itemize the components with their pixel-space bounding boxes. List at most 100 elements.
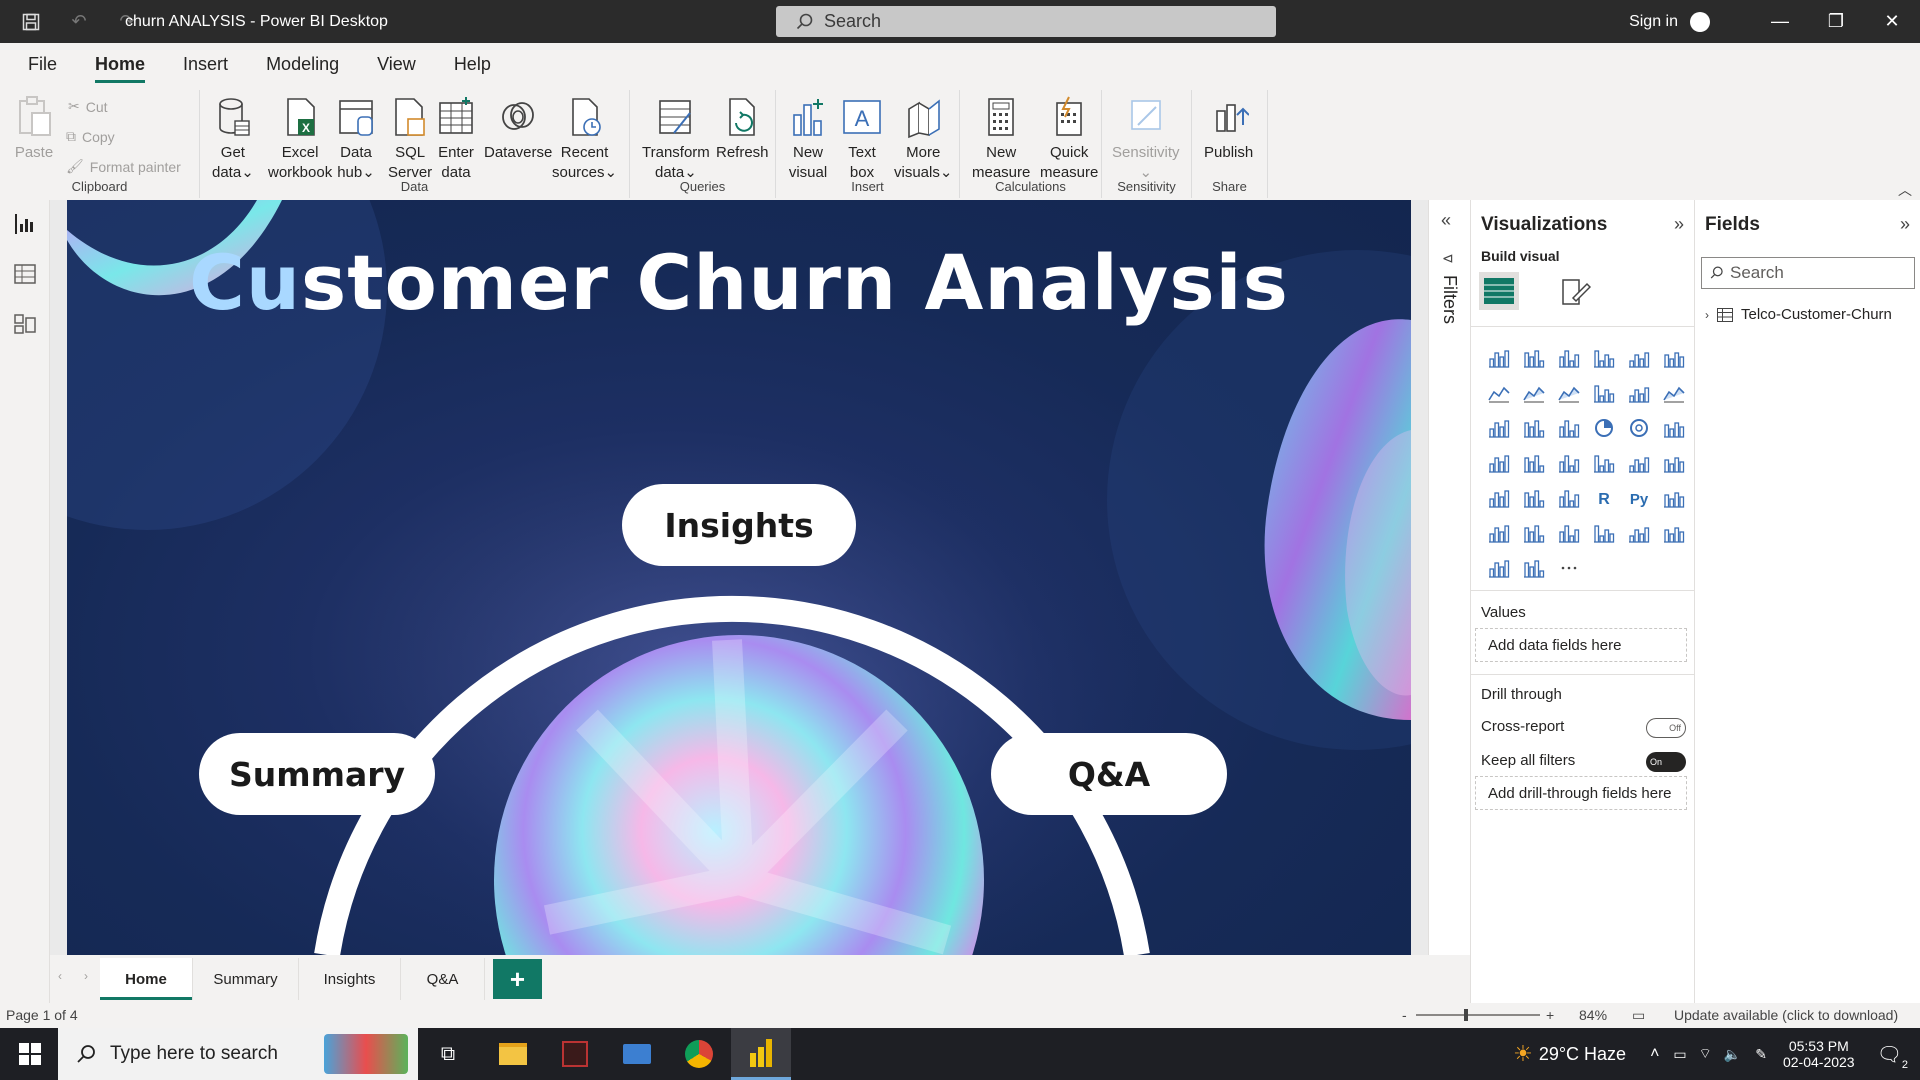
chrome-app[interactable] xyxy=(669,1028,729,1080)
treemap-icon[interactable] xyxy=(1656,410,1691,445)
zoom-slider[interactable] xyxy=(1416,1009,1540,1021)
fit-to-page-icon[interactable]: ▭ xyxy=(1632,1007,1645,1024)
multi-row-card-icon[interactable] xyxy=(1621,445,1656,480)
clustered-bar-chart-icon[interactable] xyxy=(1551,340,1586,375)
funnel-chart-icon[interactable] xyxy=(1516,410,1551,445)
enter-data-button[interactable]: Enter data xyxy=(436,95,476,183)
chevron-up-icon[interactable]: ˄ xyxy=(1650,1045,1659,1063)
dataverse-button[interactable]: Dataverse xyxy=(484,95,552,163)
build-visual-tab[interactable] xyxy=(1479,272,1519,310)
desktop-app[interactable] xyxy=(607,1028,667,1080)
line-chart-icon[interactable] xyxy=(1481,375,1516,410)
refresh-button[interactable]: Refresh xyxy=(716,95,769,163)
battery-icon[interactable]: ▭ xyxy=(1673,1046,1686,1063)
weather-text[interactable]: 29°C Haze xyxy=(1539,1044,1626,1065)
save-icon[interactable] xyxy=(20,11,42,33)
map-icon[interactable] xyxy=(1481,445,1516,480)
filled-map-icon[interactable] xyxy=(1516,445,1551,480)
sensitivity-button[interactable]: Sensitivity ⌄ xyxy=(1112,95,1180,183)
text-box-button[interactable]: A Text box xyxy=(842,95,882,183)
metrics-icon[interactable] xyxy=(1586,515,1621,550)
qa-visual-icon[interactable] xyxy=(1516,515,1551,550)
page-tab-insights[interactable]: Insights xyxy=(299,958,401,1000)
keep-filters-toggle[interactable]: On xyxy=(1646,752,1686,772)
new-visual-button[interactable]: New visual xyxy=(788,95,828,183)
volume-icon[interactable]: 🔈 xyxy=(1724,1046,1741,1063)
recent-sources-button[interactable]: Recent sources⌄ xyxy=(552,95,617,183)
values-field-well[interactable]: Add data fields here xyxy=(1475,628,1687,662)
paste-button[interactable]: Paste xyxy=(14,95,54,163)
page-tab-qa[interactable]: Q&A xyxy=(401,958,485,1000)
ribbon-chart-icon[interactable] xyxy=(1656,375,1691,410)
card-icon[interactable] xyxy=(1586,445,1621,480)
notifications-button[interactable]: 🗨 2 xyxy=(1877,1042,1908,1071)
smart-narrative-icon[interactable] xyxy=(1551,515,1586,550)
tab-modeling[interactable]: Modeling xyxy=(266,46,339,83)
expand-filters-icon[interactable]: « xyxy=(1441,210,1451,231)
table-icon[interactable] xyxy=(1516,480,1551,515)
power-bi-app[interactable] xyxy=(731,1028,791,1080)
waterfall-chart-icon[interactable] xyxy=(1481,410,1516,445)
cross-report-toggle[interactable]: Off xyxy=(1646,718,1686,738)
tab-help[interactable]: Help xyxy=(454,46,491,83)
key-influencers-icon[interactable] xyxy=(1656,480,1691,515)
kpi-icon[interactable] xyxy=(1656,445,1691,480)
taskbar-search[interactable]: Type here to search xyxy=(58,1028,418,1080)
new-measure-button[interactable]: New measure xyxy=(972,95,1030,183)
sign-in-link[interactable]: Sign in xyxy=(1629,13,1678,31)
donut-chart-icon[interactable] xyxy=(1621,410,1656,445)
filters-pane[interactable]: « ⊲ Filters xyxy=(1428,200,1470,1010)
paginated-report-icon[interactable] xyxy=(1621,515,1656,550)
zoom-out-button[interactable]: - xyxy=(1402,1007,1407,1023)
gaming-app[interactable] xyxy=(545,1028,605,1080)
task-view-button[interactable]: ⧉ xyxy=(418,1028,478,1080)
field-table-telco[interactable]: › Telco-Customer-Churn xyxy=(1705,306,1892,323)
slicer-icon[interactable] xyxy=(1481,480,1516,515)
100-stacked-bar-chart-icon[interactable] xyxy=(1621,340,1656,375)
qa-nav-button[interactable]: Q&A xyxy=(991,733,1227,815)
matrix-icon[interactable] xyxy=(1551,480,1586,515)
title-search-box[interactable]: Search xyxy=(776,6,1276,37)
fields-search-input[interactable]: Search xyxy=(1701,257,1915,289)
stacked-area-chart-icon[interactable] xyxy=(1551,375,1586,410)
data-view-icon[interactable] xyxy=(13,262,37,286)
pie-chart-icon[interactable] xyxy=(1586,410,1621,445)
start-button[interactable] xyxy=(0,1028,60,1080)
next-page-icon[interactable]: › xyxy=(84,969,88,983)
insights-nav-button[interactable]: Insights xyxy=(622,484,856,566)
cut-button[interactable]: ✂ Cut xyxy=(68,98,108,115)
stacked-column-chart-icon[interactable] xyxy=(1516,340,1551,375)
report-view-icon[interactable] xyxy=(13,212,37,236)
pen-icon[interactable]: ✎ xyxy=(1755,1046,1767,1063)
sql-server-button[interactable]: SQL Server xyxy=(388,95,432,183)
page-tab-home[interactable]: Home xyxy=(100,958,193,1000)
update-available-link[interactable]: Update available (click to download) xyxy=(1674,1007,1898,1023)
publish-button[interactable]: Publish xyxy=(1204,95,1253,163)
python-visual-icon[interactable]: Py xyxy=(1621,480,1656,515)
network-icon[interactable]: ⌔ xyxy=(1699,1045,1712,1063)
area-chart-icon[interactable] xyxy=(1516,375,1551,410)
avatar[interactable] xyxy=(1690,11,1710,32)
summary-nav-button[interactable]: Summary xyxy=(199,733,435,815)
restore-button[interactable]: ❐ xyxy=(1808,0,1864,43)
get-data-button[interactable]: Get data⌄ xyxy=(212,95,254,183)
excel-workbook-button[interactable]: X Excel workbook xyxy=(268,95,332,183)
transform-data-button[interactable]: Transform data⌄ xyxy=(642,95,710,183)
page-tab-summary[interactable]: Summary xyxy=(193,958,299,1000)
chevron-right-icon[interactable]: › xyxy=(1705,308,1709,322)
more-options-icon[interactable] xyxy=(1551,550,1586,585)
line-clustered-column-chart-icon[interactable] xyxy=(1621,375,1656,410)
minimize-button[interactable]: — xyxy=(1752,0,1808,43)
collapse-ribbon-icon[interactable]: ︿ xyxy=(1898,180,1912,200)
file-explorer-app[interactable] xyxy=(483,1028,543,1080)
format-visual-tab[interactable] xyxy=(1559,276,1592,311)
100-stacked-column-chart-icon[interactable] xyxy=(1656,340,1691,375)
zoom-slider-thumb[interactable] xyxy=(1464,1009,1468,1021)
quick-measure-button[interactable]: Quick measure xyxy=(1040,95,1098,183)
close-button[interactable]: ✕ xyxy=(1864,0,1920,43)
clock[interactable]: 05:53 PM 02-04-2023 xyxy=(1783,1038,1855,1070)
decomposition-tree-icon[interactable] xyxy=(1481,515,1516,550)
add-page-button[interactable]: + xyxy=(493,959,542,999)
copy-button[interactable]: ⧉ Copy xyxy=(66,128,115,145)
tab-insert[interactable]: Insert xyxy=(183,46,228,83)
